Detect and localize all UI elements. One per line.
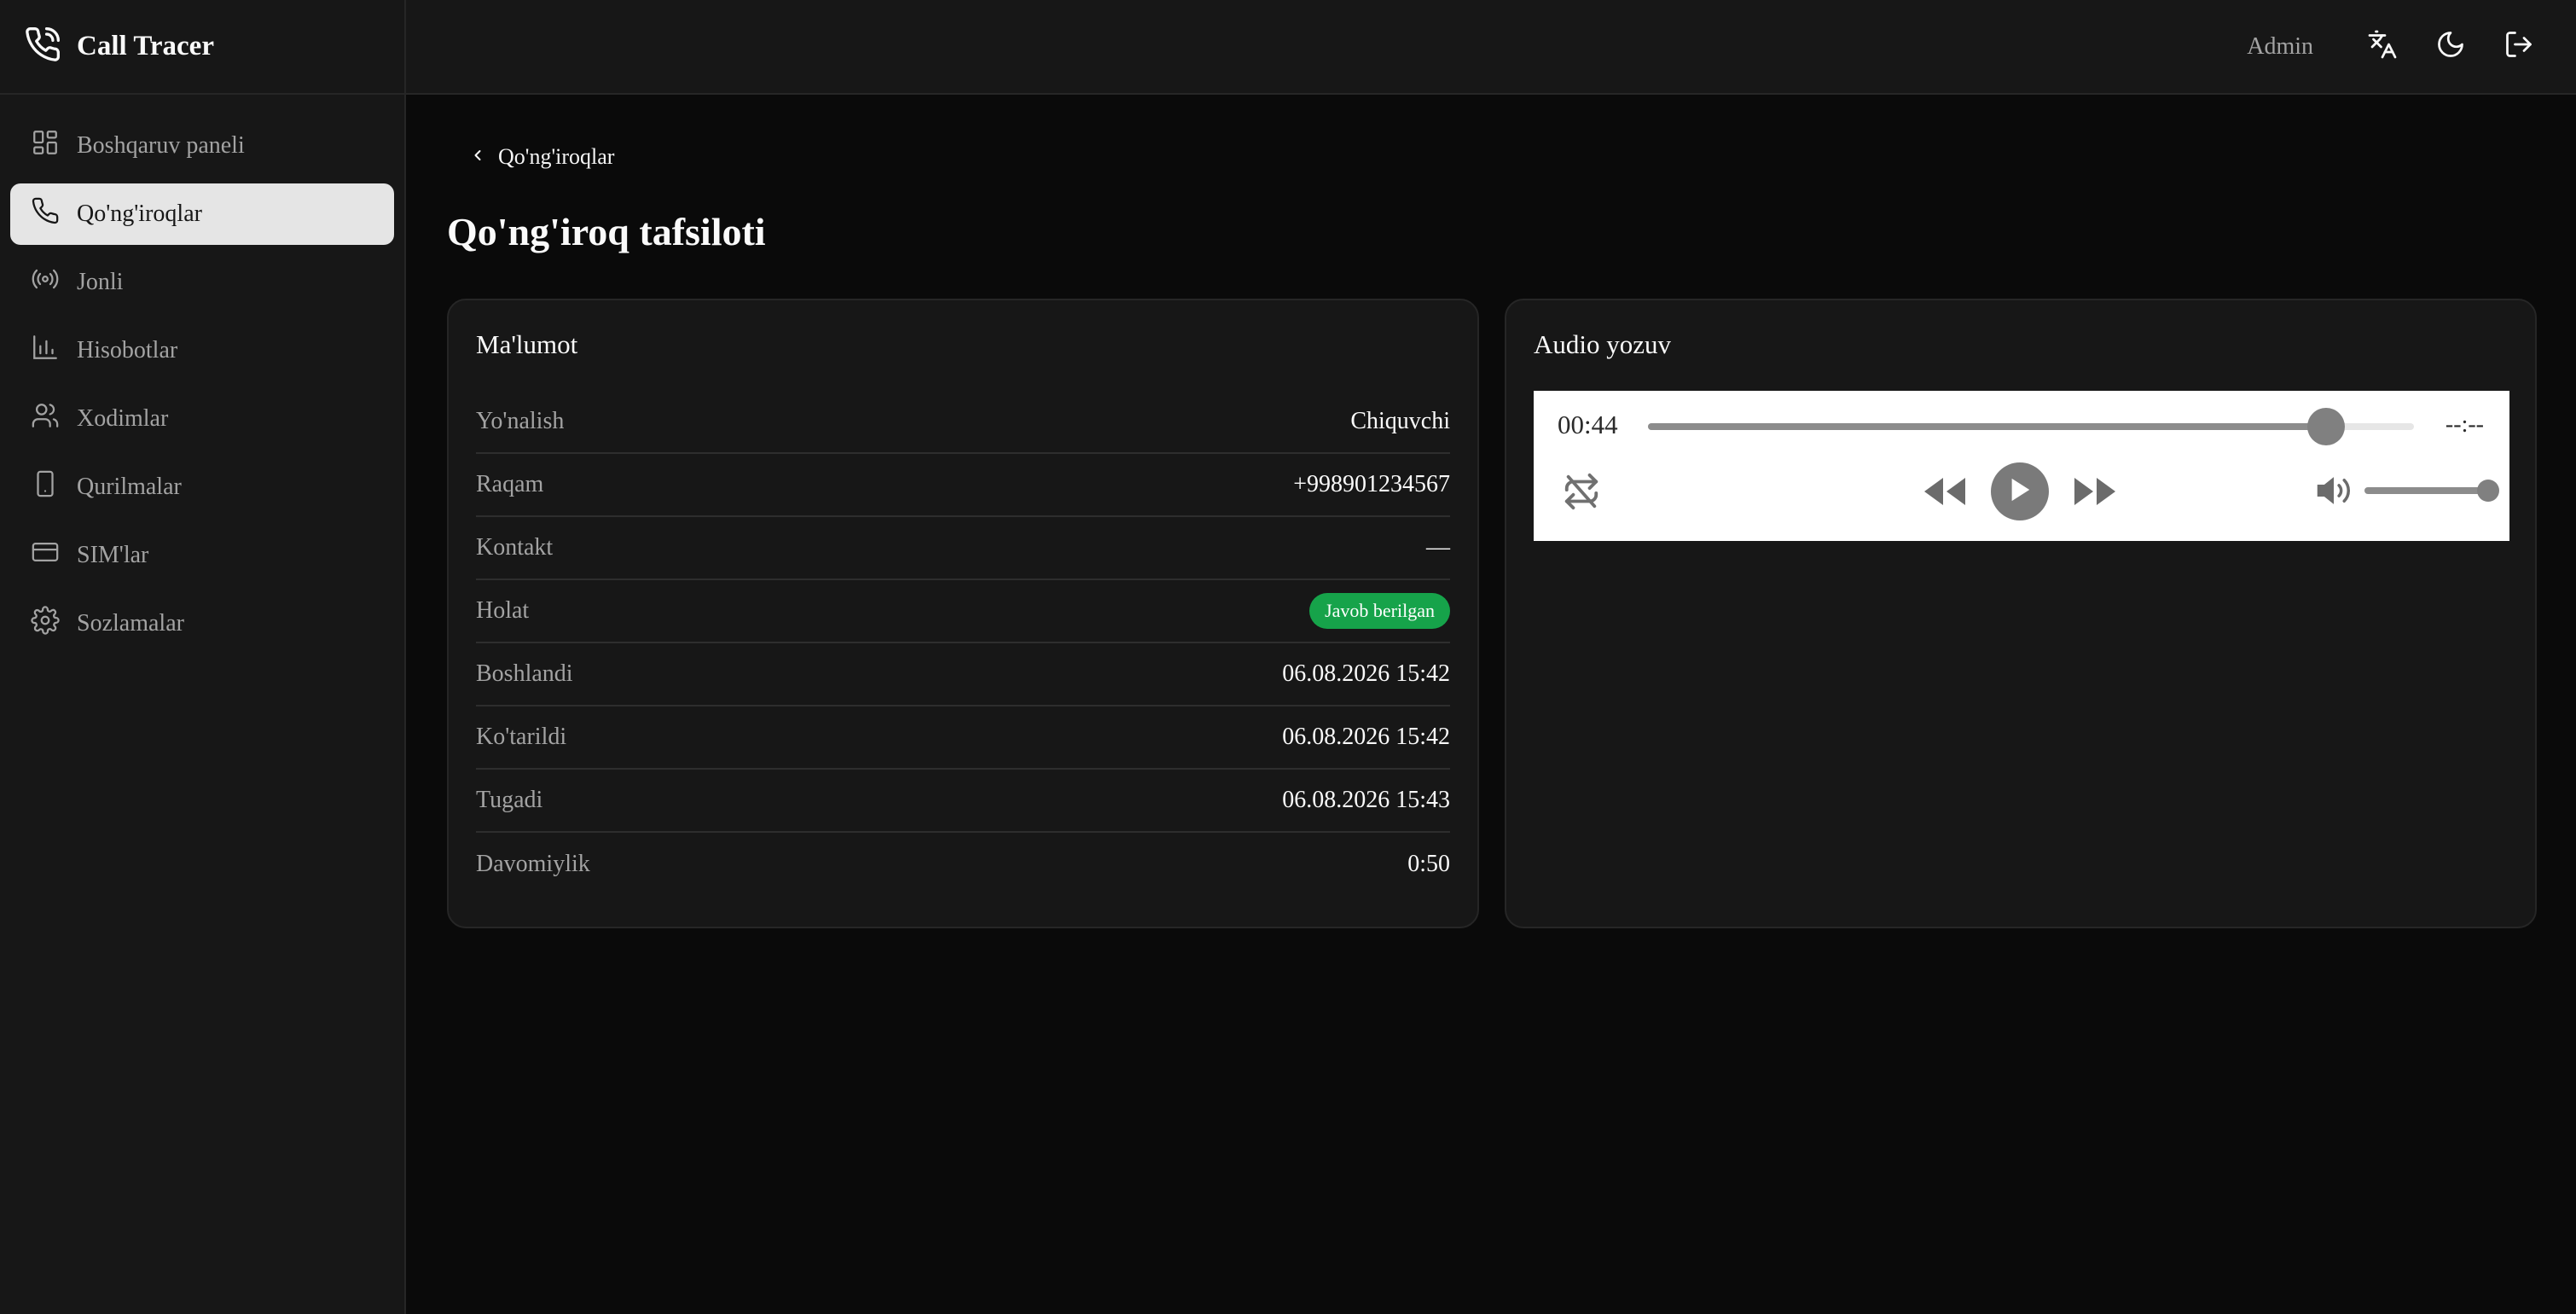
sidebar-nav: Boshqaruv paneli Qo'ng'iroqlar Jonli His… <box>0 95 404 675</box>
sidebar-item-label: Qo'ng'iroqlar <box>77 201 202 227</box>
mute-button[interactable] <box>2313 473 2354 512</box>
fast-forward-icon <box>2071 474 2119 513</box>
sidebar-item-label: Boshqaruv paneli <box>77 132 245 159</box>
duration: --:-- <box>2445 411 2484 438</box>
rewind-icon <box>1921 474 1969 513</box>
status-badge: Javob berilgan <box>1309 593 1450 629</box>
back-link-label: Qo'ng'iroqlar <box>498 144 615 169</box>
cards-row: Ma'lumot Yo'nalish Chiquvchi Raqam +9989… <box>447 299 2537 928</box>
info-value: Chiquvchi <box>1350 408 1450 434</box>
volume-handle[interactable] <box>2477 480 2499 502</box>
info-value: — <box>1426 534 1450 561</box>
chevron-left-icon <box>469 144 486 170</box>
chart-icon <box>31 333 60 369</box>
seek-handle[interactable] <box>2306 408 2345 445</box>
page-title: Qo'ng'iroq tafsiloti <box>447 210 766 253</box>
gear-icon <box>31 606 60 642</box>
brand[interactable]: Call Tracer <box>0 0 404 95</box>
info-value: 06.08.2026 15:42 <box>1282 660 1450 687</box>
moon-icon <box>2435 29 2466 64</box>
audio-player: 00:44 --:-- <box>1534 391 2509 541</box>
theme-toggle-button[interactable] <box>2426 22 2475 72</box>
phone-icon <box>31 196 60 232</box>
fast-forward-button[interactable] <box>2069 474 2121 512</box>
sidebar-item-employees[interactable]: Xodimlar <box>10 388 394 450</box>
sidebar-item-label: Xodimlar <box>77 405 169 432</box>
volume-icon <box>2315 473 2353 513</box>
info-row-contact: Kontakt — <box>476 517 1450 580</box>
info-value: 0:50 <box>1407 851 1450 877</box>
info-label: Tugadi <box>476 787 543 813</box>
info-row-duration: Davomiylik 0:50 <box>476 833 1450 896</box>
info-row-direction: Yo'nalish Chiquvchi <box>476 391 1450 454</box>
info-label: Kontakt <box>476 534 554 561</box>
info-row-status: Holat Javob berilgan <box>476 580 1450 643</box>
play-button[interactable] <box>1991 462 2049 520</box>
info-card-title: Ma'lumot <box>476 329 578 359</box>
translate-icon <box>2367 29 2398 64</box>
info-label: Davomiylik <box>476 851 590 877</box>
rewind-button[interactable] <box>1919 474 1970 512</box>
repeat-off-icon <box>1562 472 1601 515</box>
smartphone-icon <box>31 469 60 505</box>
language-button[interactable] <box>2358 22 2407 72</box>
info-value: +998901234567 <box>1293 471 1450 497</box>
play-icon <box>2008 477 2032 507</box>
logout-button[interactable] <box>2494 22 2544 72</box>
info-row-answered: Ko'tarildi 06.08.2026 15:42 <box>476 706 1450 770</box>
sidebar-item-live[interactable]: Jonli <box>10 252 394 313</box>
volume-slider[interactable] <box>2364 480 2499 502</box>
info-label: Ko'tarildi <box>476 724 567 750</box>
app-name: Call Tracer <box>77 31 214 61</box>
seek-bar-fill <box>1648 423 2326 430</box>
users-icon <box>31 401 60 437</box>
sidebar-item-calls[interactable]: Qo'ng'iroqlar <box>10 183 394 245</box>
phone-call-icon <box>24 26 61 67</box>
user-name: Admin <box>2247 32 2313 60</box>
topbar: Admin <box>406 0 2576 95</box>
main-content: Qo'ng'iroqlar Qo'ng'iroq tafsiloti Ma'lu… <box>447 95 2537 928</box>
card-icon <box>31 538 60 573</box>
sidebar-item-sims[interactable]: SIM'lar <box>10 525 394 586</box>
info-label: Raqam <box>476 471 544 497</box>
seek-bar[interactable] <box>1648 408 2414 445</box>
sidebar-item-label: SIM'lar <box>77 542 149 568</box>
back-link[interactable]: Qo'ng'iroqlar <box>447 144 614 170</box>
sidebar-item-dashboard[interactable]: Boshqaruv paneli <box>10 115 394 177</box>
sidebar-item-settings[interactable]: Sozlamalar <box>10 593 394 654</box>
sidebar-item-label: Hisobotlar <box>77 337 178 363</box>
info-card: Ma'lumot Yo'nalish Chiquvchi Raqam +9989… <box>447 299 1479 928</box>
radio-icon <box>31 265 60 300</box>
info-row-number: Raqam +998901234567 <box>476 454 1450 517</box>
dashboard-icon <box>31 128 60 164</box>
info-label: Boshlandi <box>476 660 573 687</box>
sidebar: Call Tracer Boshqaruv paneli Qo'ng'iroql… <box>0 0 406 1314</box>
info-row-started: Boshlandi 06.08.2026 15:42 <box>476 643 1450 706</box>
info-label: Yo'nalish <box>476 408 565 434</box>
sidebar-item-reports[interactable]: Hisobotlar <box>10 320 394 381</box>
sidebar-item-label: Qurilmalar <box>77 474 182 500</box>
current-time: 00:44 <box>1558 410 1618 439</box>
repeat-button[interactable] <box>1559 471 1604 515</box>
sidebar-item-label: Sozlamalar <box>77 610 184 637</box>
logout-icon <box>2503 29 2534 64</box>
info-row-ended: Tugadi 06.08.2026 15:43 <box>476 770 1450 833</box>
audio-card-title: Audio yozuv <box>1534 329 1672 359</box>
audio-card: Audio yozuv 00:44 --:-- <box>1505 299 2537 928</box>
sidebar-item-devices[interactable]: Qurilmalar <box>10 456 394 518</box>
info-label: Holat <box>476 597 530 624</box>
info-list: Yo'nalish Chiquvchi Raqam +998901234567 … <box>476 391 1450 896</box>
sidebar-item-label: Jonli <box>77 269 124 295</box>
info-value: 06.08.2026 15:43 <box>1282 787 1450 813</box>
info-value: 06.08.2026 15:42 <box>1282 724 1450 750</box>
